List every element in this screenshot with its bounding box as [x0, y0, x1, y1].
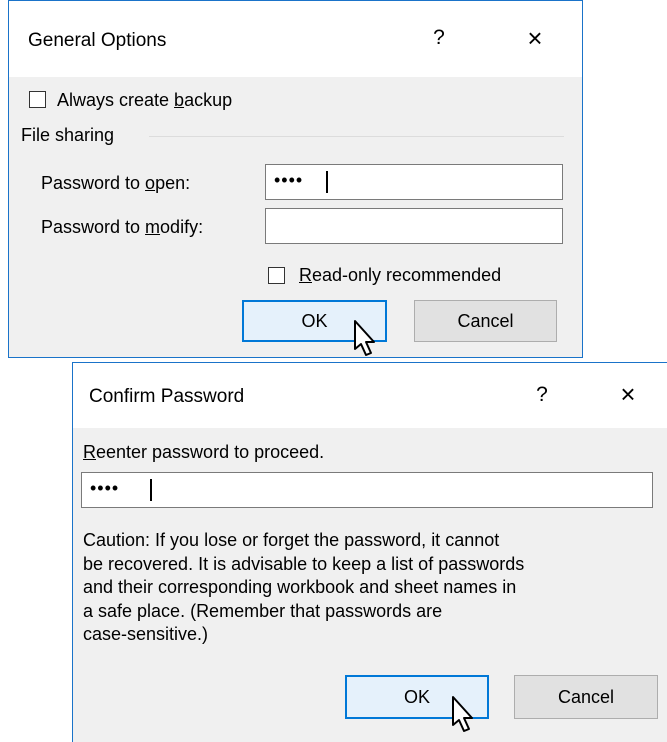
- password-open-input[interactable]: ••••: [265, 164, 563, 200]
- always-backup-checkbox[interactable]: [29, 91, 46, 108]
- confirm-password-input[interactable]: ••••: [81, 472, 653, 508]
- group-divider: [149, 136, 564, 137]
- always-backup-label[interactable]: Always create backup: [57, 90, 232, 111]
- read-only-checkbox[interactable]: [268, 267, 285, 284]
- cancel-button[interactable]: Cancel: [414, 300, 557, 342]
- reenter-prompt-label: Reenter password to proceed.: [83, 442, 325, 462]
- password-open-label: Password to open:: [41, 173, 191, 193]
- password-modify-label: Password to modify:: [41, 217, 204, 237]
- confirm-password-value: ••••: [90, 478, 120, 498]
- close-icon: ×: [527, 23, 543, 53]
- dialog-title: General Options: [28, 30, 167, 51]
- caution-text: Caution: If you lose or forget the passw…: [83, 530, 525, 644]
- title-bar: Confirm Password ? ×: [73, 363, 667, 428]
- password-modify-input[interactable]: [265, 208, 563, 244]
- close-button[interactable]: ×: [524, 23, 546, 54]
- file-sharing-group-label: File sharing: [21, 125, 115, 145]
- read-only-label[interactable]: Read-only recommended: [299, 265, 501, 286]
- close-button[interactable]: ×: [617, 379, 639, 410]
- cancel-button[interactable]: Cancel: [514, 675, 658, 719]
- mouse-pointer-icon: [452, 696, 473, 732]
- password-open-value: ••••: [274, 170, 304, 190]
- text-caret: [150, 479, 152, 501]
- general-options-dialog: General Options ? × Always create backup…: [8, 0, 583, 358]
- help-button[interactable]: ?: [429, 26, 449, 50]
- help-button[interactable]: ?: [532, 383, 552, 407]
- close-icon: ×: [620, 379, 636, 409]
- text-caret: [326, 171, 328, 193]
- title-bar: General Options ? ×: [9, 1, 582, 77]
- confirm-password-dialog: Confirm Password ? × Reenter password to…: [72, 362, 667, 742]
- dialog-title: Confirm Password: [89, 386, 245, 407]
- mouse-pointer-icon: [354, 320, 375, 356]
